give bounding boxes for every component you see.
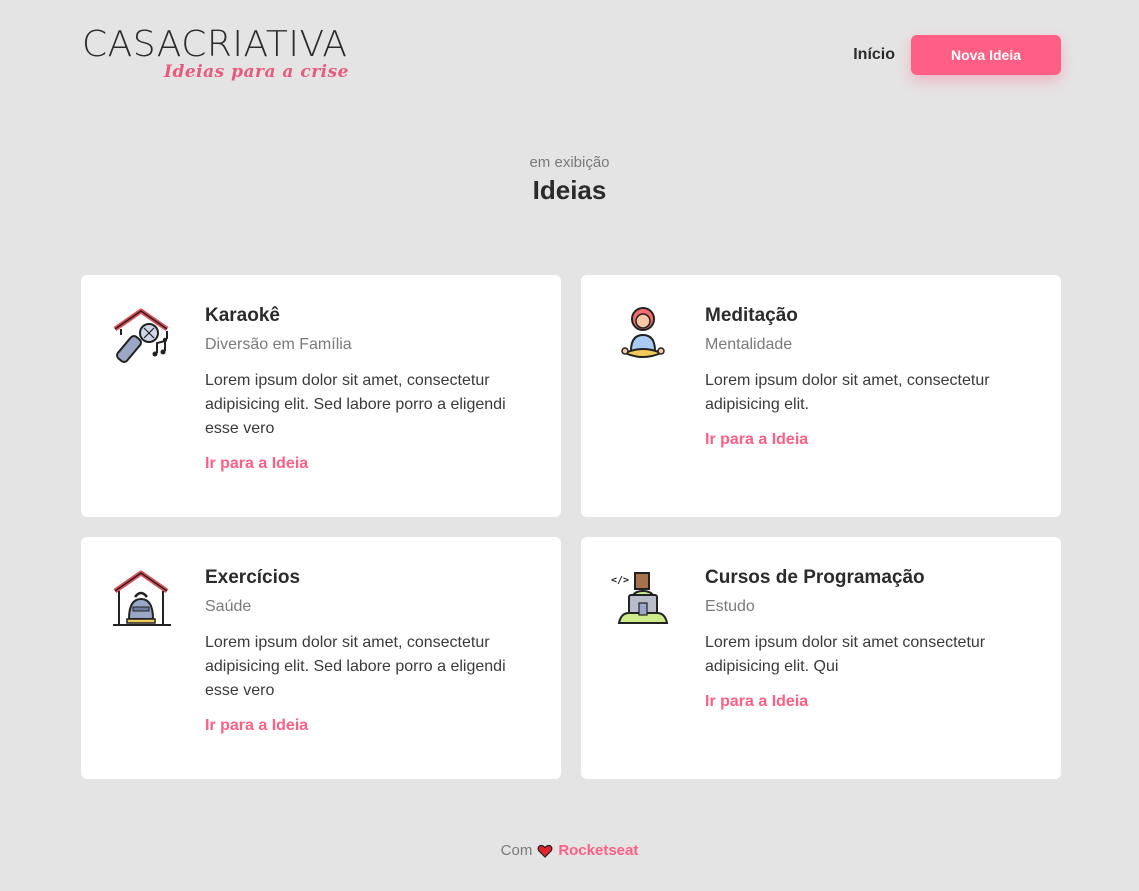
ideas-grid: Karaokê Diversão em Família Lorem ipsum …: [81, 275, 1061, 779]
logo-bold: CASA: [82, 24, 182, 65]
idea-card-body: Meditação Mentalidade Lorem ipsum dolor …: [705, 305, 1035, 449]
intro-section: em exibição Ideias: [0, 154, 1139, 206]
programming-icon: </>: [611, 567, 675, 631]
idea-category: Estudo: [705, 598, 755, 615]
idea-description: Lorem ipsum dolor sit amet consectetur a…: [705, 634, 986, 675]
idea-link[interactable]: Ir para a Ideia: [705, 431, 808, 449]
idea-card-body: Exercícios Saúde Lorem ipsum dolor sit a…: [205, 567, 535, 735]
idea-card-body: Cursos de Programação Estudo Lorem ipsum…: [705, 567, 1035, 711]
idea-title: Meditação: [705, 305, 798, 326]
logo-text: CASACRIATIVA: [82, 24, 347, 65]
idea-card: Karaokê Diversão em Família Lorem ipsum …: [81, 275, 561, 517]
site-header: CASACRIATIVA Ideias para a crise Início …: [82, 24, 1061, 88]
idea-card: </> Cursos de Programação Estudo Lorem i…: [581, 537, 1061, 779]
new-idea-button[interactable]: Nova Ideia: [911, 35, 1061, 75]
idea-card: Exercícios Saúde Lorem ipsum dolor sit a…: [81, 537, 561, 779]
idea-link[interactable]: Ir para a Ideia: [205, 455, 308, 473]
intro-subtitle: em exibição: [529, 154, 610, 171]
idea-description: Lorem ipsum dolor sit amet, consectetur …: [705, 372, 990, 413]
footer: Com Rocketseat: [0, 842, 1139, 859]
idea-title: Exercícios: [205, 567, 301, 588]
svg-text:</>: </>: [611, 575, 629, 586]
idea-description: Lorem ipsum dolor sit amet, consectetur …: [205, 372, 506, 437]
idea-category: Diversão em Família: [205, 336, 352, 353]
idea-category: Saúde: [205, 598, 252, 615]
idea-title: Cursos de Programação: [705, 567, 925, 588]
idea-title: Karaokê: [205, 305, 280, 326]
footer-prefix: Com: [500, 842, 533, 859]
karaoke-icon: [111, 305, 175, 369]
exercise-icon: [111, 567, 175, 631]
idea-link[interactable]: Ir para a Ideia: [705, 693, 808, 711]
idea-description: Lorem ipsum dolor sit amet, consectetur …: [205, 634, 506, 699]
idea-link[interactable]: Ir para a Ideia: [205, 717, 308, 735]
heart-icon: [537, 844, 553, 858]
idea-category: Mentalidade: [705, 336, 793, 353]
logo[interactable]: CASACRIATIVA Ideias para a crise: [82, 24, 382, 88]
logo-tagline: Ideias para a crise: [164, 62, 349, 82]
page-title: Ideias: [532, 175, 607, 205]
idea-card: Meditação Mentalidade Lorem ipsum dolor …: [581, 275, 1061, 517]
logo-light: CRIATIVA: [181, 24, 348, 65]
main-nav: Início Nova Ideia: [853, 35, 1061, 75]
idea-card-body: Karaokê Diversão em Família Lorem ipsum …: [205, 305, 535, 473]
meditation-icon: [611, 305, 675, 369]
footer-brand-link[interactable]: Rocketseat: [558, 842, 638, 859]
nav-home-link[interactable]: Início: [853, 46, 895, 64]
